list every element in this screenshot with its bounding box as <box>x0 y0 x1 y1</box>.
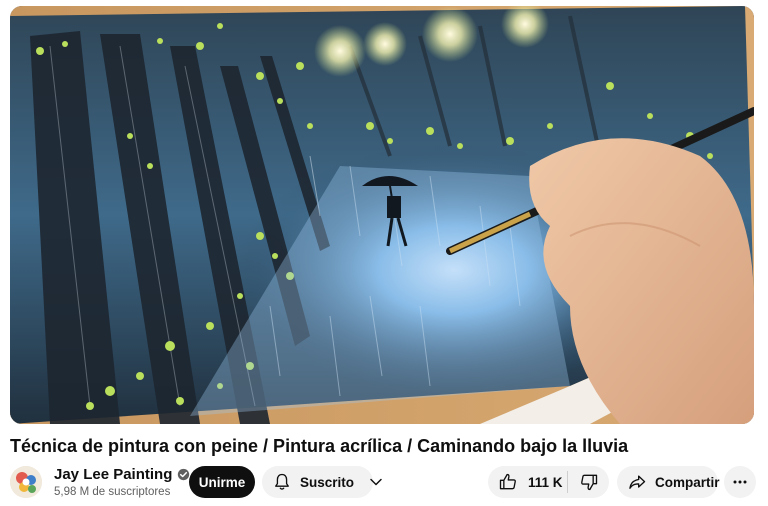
channel-avatar[interactable] <box>10 466 42 498</box>
share-arrow-icon <box>629 475 646 489</box>
dislike-button[interactable] <box>568 466 609 498</box>
share-label: Compartir <box>655 474 720 490</box>
bell-icon <box>275 473 289 490</box>
watch-page: Técnica de pintura con peine / Pintura a… <box>0 0 768 506</box>
avatar-image <box>10 466 42 498</box>
more-actions-button[interactable] <box>724 466 756 498</box>
like-button[interactable]: 111 K <box>488 466 567 498</box>
like-dislike-group: 111 K <box>488 466 609 498</box>
video-frame-painting <box>10 6 754 424</box>
join-button[interactable]: Unirme <box>189 466 255 498</box>
video-title: Técnica de pintura con peine / Pintura a… <box>10 436 629 456</box>
subscribed-label: Suscrito <box>300 474 355 490</box>
subscribed-button[interactable]: Suscrito <box>262 466 382 498</box>
subscriber-count: 5,98 M de suscriptores <box>54 486 171 498</box>
video-player[interactable] <box>10 6 754 424</box>
channel-name: Jay Lee Painting <box>54 466 173 483</box>
thumbs-up-icon <box>499 473 516 490</box>
more-horizontal-icon <box>733 480 747 484</box>
thumbs-down-icon <box>580 474 597 491</box>
like-count: 111 K <box>528 474 563 490</box>
share-button[interactable]: Compartir <box>617 466 720 498</box>
channel-name-link[interactable]: Jay Lee Painting <box>54 466 190 483</box>
video-owner-row: Jay Lee Painting 5,98 M de suscriptores … <box>10 464 758 502</box>
chevron-down-icon <box>370 478 382 486</box>
